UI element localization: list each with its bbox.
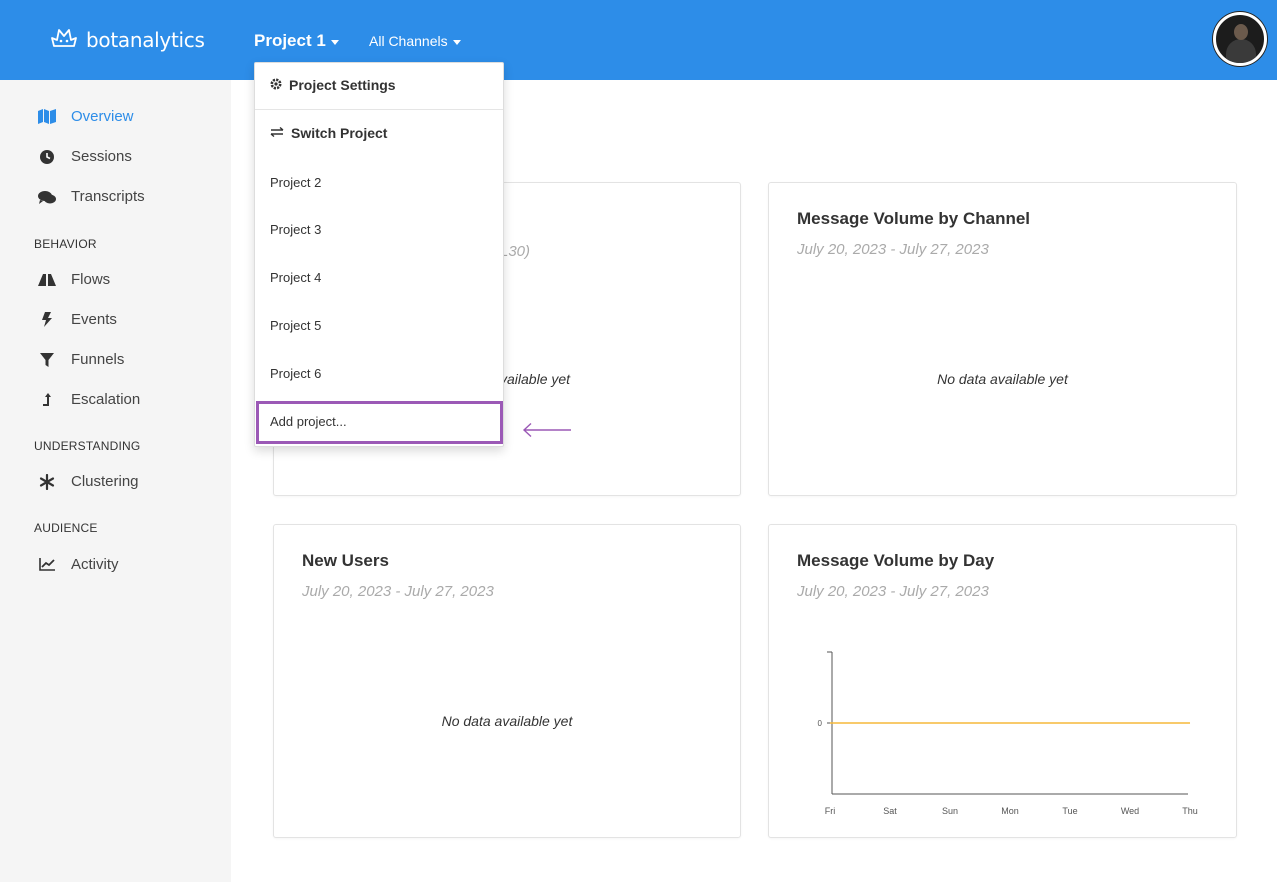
switch-project-label: Switch Project xyxy=(291,125,388,141)
project-settings-item[interactable]: Project Settings xyxy=(270,77,396,93)
project-option[interactable]: Project 3 xyxy=(270,222,321,237)
project-selector-label: Project 1 xyxy=(254,31,326,50)
sidebar-item-flows[interactable]: Flows xyxy=(38,271,110,288)
caret-down-icon xyxy=(330,39,339,45)
road-icon xyxy=(38,272,56,288)
project-option[interactable]: Project 6 xyxy=(270,366,321,381)
arrow-left-icon xyxy=(522,422,571,438)
section-heading-behavior: BEHAVIOR xyxy=(34,237,97,251)
project-dropdown-menu: Project Settings Switch Project Project … xyxy=(254,62,504,447)
line-chart-icon xyxy=(38,557,56,573)
card-empty-message: No data available yet xyxy=(937,371,1068,387)
project-selector[interactable]: Project 1 xyxy=(254,31,339,51)
sidebar-item-label: Activity xyxy=(71,556,119,573)
exchange-icon xyxy=(270,126,284,140)
bot-logo-icon xyxy=(51,29,77,47)
y-tick-label: 0 xyxy=(818,719,823,728)
x-tick-label: Wed xyxy=(1121,806,1139,816)
bolt-icon xyxy=(38,312,56,328)
asterisk-icon xyxy=(38,473,56,490)
avatar[interactable] xyxy=(1213,12,1267,66)
card-empty-message: vailable yet xyxy=(500,371,571,387)
add-project-item[interactable]: Add project... xyxy=(256,401,503,444)
sidebar-item-activity[interactable]: Activity xyxy=(38,556,119,573)
sidebar-item-label: Clustering xyxy=(71,473,139,490)
sidebar-item-label: Funnels xyxy=(71,351,125,368)
channel-selector[interactable]: All Channels xyxy=(369,33,461,49)
sidebar: Overview Sessions Transcripts BEHAVIOR F… xyxy=(0,80,231,882)
sidebar-item-label: Sessions xyxy=(71,148,132,165)
card-title: New Users xyxy=(302,551,389,570)
sidebar-item-escalation[interactable]: Escalation xyxy=(38,391,140,408)
sidebar-item-clustering[interactable]: Clustering xyxy=(38,473,139,490)
x-tick-label: Fri xyxy=(825,806,836,816)
sidebar-item-label: Flows xyxy=(71,271,111,288)
x-tick-label: Sat xyxy=(883,806,897,816)
sidebar-item-funnels[interactable]: Funnels xyxy=(38,351,124,368)
top-bar: botanalytics Project 1 All Channels xyxy=(0,0,1277,80)
sidebar-item-overview[interactable]: Overview xyxy=(38,108,134,125)
project-option[interactable]: Project 5 xyxy=(270,318,321,333)
card-empty-message: No data available yet xyxy=(441,713,573,729)
sidebar-item-label: Events xyxy=(71,311,117,328)
card-message-volume-day: Message Volume by Day July 20, 2023 - Ju… xyxy=(768,524,1237,838)
comments-icon xyxy=(38,189,56,205)
card-new-users: New Users July 20, 2023 - July 27, 2023 … xyxy=(273,524,741,838)
section-heading-audience: AUDIENCE xyxy=(34,521,98,535)
sidebar-item-label: Transcripts xyxy=(71,188,145,205)
section-heading-understanding: UNDERSTANDING xyxy=(34,439,141,453)
divider xyxy=(255,109,503,110)
map-icon xyxy=(38,109,56,125)
x-tick-label: Mon xyxy=(1001,806,1019,816)
x-tick-label: Tue xyxy=(1062,806,1077,816)
card-range: July 20, 2023 - July 27, 2023 xyxy=(797,241,989,258)
card-range: L30) xyxy=(500,243,531,260)
clock-icon xyxy=(38,149,56,165)
sidebar-item-events[interactable]: Events xyxy=(38,311,117,328)
switch-project-item: Switch Project xyxy=(270,125,387,141)
card-message-volume-channel: Message Volume by Channel July 20, 2023 … xyxy=(768,182,1237,496)
sidebar-item-transcripts[interactable]: Transcripts xyxy=(38,188,145,205)
caret-down-icon xyxy=(452,39,461,45)
arrow-up-icon xyxy=(38,392,56,408)
project-settings-label: Project Settings xyxy=(289,77,396,93)
card-title: Message Volume by Channel xyxy=(797,209,1031,228)
project-option[interactable]: Project 2 xyxy=(270,175,321,190)
filter-icon xyxy=(38,352,56,368)
logo[interactable]: botanalytics xyxy=(50,26,205,54)
logo-text: botanalytics xyxy=(86,28,205,52)
sidebar-item-label: Overview xyxy=(71,108,134,125)
channel-selector-label: All Channels xyxy=(369,33,448,49)
gear-icon xyxy=(270,78,282,93)
project-option[interactable]: Project 4 xyxy=(270,270,321,285)
add-project-label: Add project... xyxy=(270,414,347,429)
x-tick-label: Sun xyxy=(942,806,958,816)
sidebar-item-label: Escalation xyxy=(71,391,141,408)
message-volume-chart: 0 Fri Sat Sun Mon Tue Wed Thu xyxy=(818,651,1198,816)
sidebar-item-sessions[interactable]: Sessions xyxy=(38,148,132,165)
card-range: July 20, 2023 - July 27, 2023 xyxy=(302,583,494,600)
x-tick-label: Thu xyxy=(1182,806,1198,816)
